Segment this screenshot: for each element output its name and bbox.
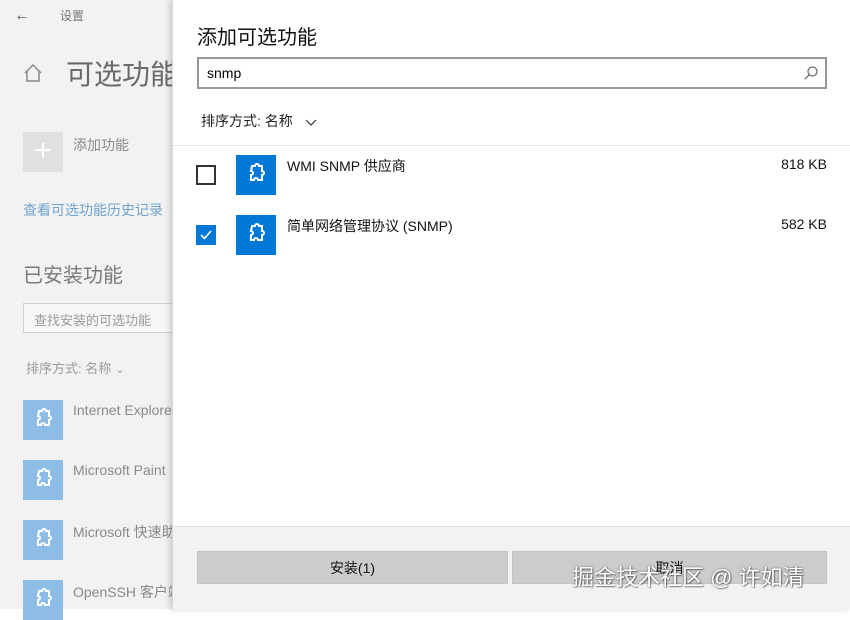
back-arrow-icon[interactable]: ← [14, 6, 34, 26]
installed-feature-item[interactable]: Internet Explorer [23, 400, 183, 440]
result-checkbox[interactable] [196, 165, 216, 185]
installed-feature-item[interactable]: Microsoft Paint [23, 460, 183, 500]
search-input[interactable] [207, 64, 767, 82]
feature-name: Internet Explorer [73, 402, 177, 418]
puzzle-icon [23, 580, 63, 620]
puzzle-icon [23, 460, 63, 500]
feature-name: Microsoft 快速助手 [73, 524, 183, 540]
sort-dropdown[interactable]: 排序方式: 名称 [201, 111, 317, 131]
result-name: 简单网络管理协议 (SNMP) [287, 218, 453, 234]
plus-icon: + [34, 134, 52, 167]
checkmark-icon [200, 230, 212, 240]
chevron-down-icon [305, 114, 317, 130]
puzzle-icon [236, 155, 276, 195]
result-size: 818 KB [781, 156, 827, 172]
cancel-button[interactable]: 取消 [512, 551, 827, 584]
puzzle-icon [23, 520, 63, 560]
add-feature-button[interactable]: + [23, 132, 63, 172]
feature-name: OpenSSH 客户端 [73, 584, 182, 600]
puzzle-icon [23, 400, 63, 440]
search-icon[interactable] [803, 65, 819, 81]
chevron-down-icon: ⌄ [115, 364, 125, 376]
installed-sort-dropdown[interactable]: 排序方式: 名称 ⌄ [26, 358, 124, 377]
divider [173, 145, 850, 146]
installed-feature-item[interactable]: OpenSSH 客户端 [23, 580, 183, 620]
feature-history-link[interactable]: 查看可选功能历史记录 [23, 200, 163, 220]
sort-label: 排序方式: 名称 [26, 361, 112, 376]
app-title: 设置 [60, 9, 85, 23]
feature-search-box[interactable] [197, 57, 827, 89]
dialog-title: 添加可选功能 [197, 27, 317, 49]
install-button[interactable]: 安装(1) [197, 551, 508, 584]
installed-feature-item[interactable]: Microsoft 快速助手 [23, 520, 183, 560]
result-size: 582 KB [781, 216, 827, 232]
feature-name: Microsoft Paint [73, 462, 166, 478]
result-checkbox[interactable] [196, 225, 216, 245]
sort-label: 排序方式: 名称 [201, 113, 293, 129]
result-name: WMI SNMP 供应商 [287, 158, 406, 174]
result-item[interactable]: WMI SNMP 供应商 818 KB [173, 155, 850, 195]
add-optional-features-dialog: 添加可选功能 排序方式: 名称 WMI SNMP 供应商 818 KB 简单网络… [172, 0, 850, 609]
page-title: 可选功能 [66, 59, 179, 90]
dialog-footer: 安装(1) 取消 [173, 527, 850, 609]
home-icon[interactable] [22, 62, 44, 84]
result-item[interactable]: 简单网络管理协议 (SNMP) 582 KB [173, 215, 850, 255]
installed-features-heading: 已安装功能 [23, 265, 123, 287]
installed-search-input[interactable]: 查找安装的可选功能 [23, 303, 183, 333]
add-feature-label[interactable]: 添加功能 [73, 135, 129, 155]
puzzle-icon [236, 215, 276, 255]
